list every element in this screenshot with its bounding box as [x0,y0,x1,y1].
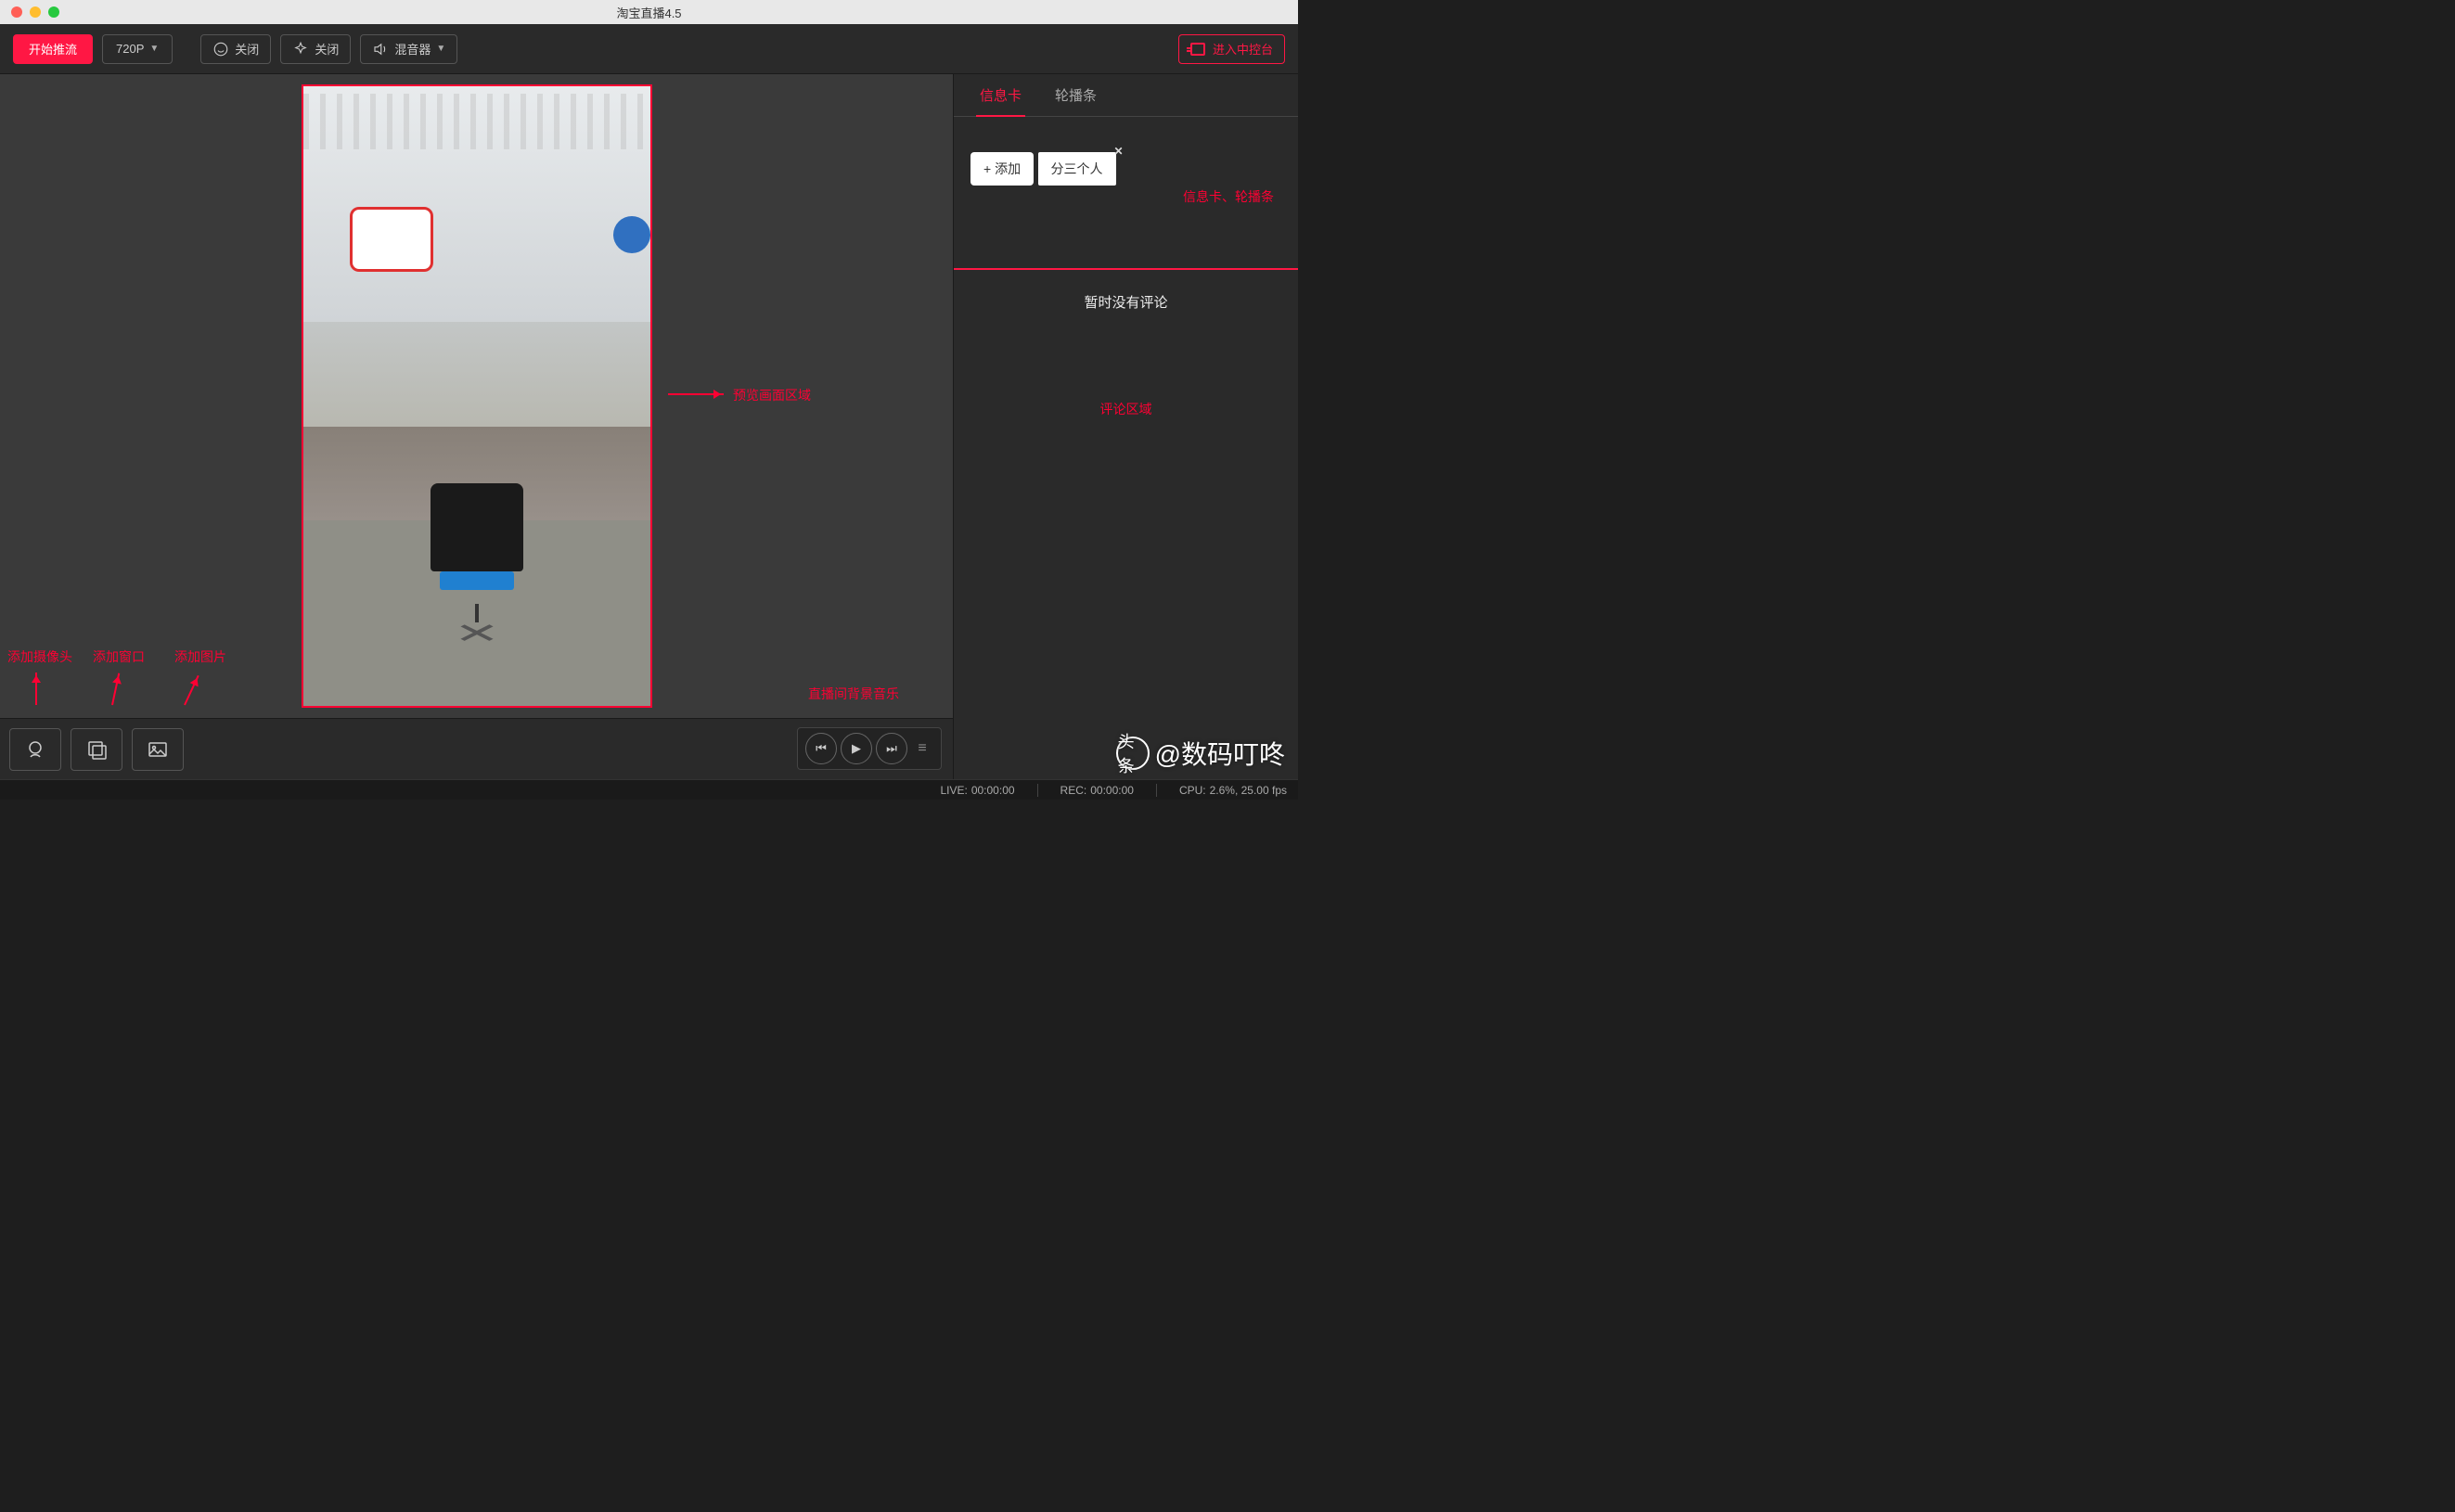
annotation-info-carousel: 信息卡、轮播条 [1183,187,1274,206]
add-image-button[interactable] [132,728,184,771]
menu-icon: ≡ [918,740,926,757]
mixer-dropdown[interactable]: 混音器 ▼ [360,34,457,64]
speaker-icon [372,41,389,58]
title-bar: 淘宝直播4.5 [0,0,1298,24]
live-label: LIVE: [940,784,967,797]
info-card-item[interactable]: 分三个人 ✕ [1038,152,1116,186]
effect-label: 关闭 [315,40,339,58]
add-camera-button[interactable] [9,728,61,771]
annotation-preview: 预览画面区域 [733,386,811,404]
watermark: 头条 @数码叮咚 [1116,735,1285,772]
add-window-button[interactable] [71,728,122,771]
annotation-comment-area: 评论区域 [1100,400,1152,418]
next-icon: ⏭ [886,741,897,756]
watermark-logo: 头条 [1116,737,1150,770]
annotation-add-window: 添加窗口 [93,647,145,666]
status-rec: REC: 00:00:00 [1060,784,1134,797]
music-play-button[interactable]: ▶ [841,733,872,764]
status-cpu: CPU: 2.6%, 25.00 fps [1179,784,1287,797]
preview-container: 预览画面区域 直播间背景音乐 添加摄像头 添加窗口 添加图片 [0,74,953,718]
console-label: 进入中控台 [1213,40,1273,58]
start-stream-label: 开始推流 [29,40,77,58]
chevron-down-icon: ▼ [436,44,445,54]
resolution-dropdown[interactable]: 720P ▼ [102,34,173,64]
cpu-label: CPU: [1179,784,1206,797]
image-icon [147,738,169,761]
main-area: 预览画面区域 直播间背景音乐 添加摄像头 添加窗口 添加图片 [0,74,1298,779]
status-live: LIVE: 00:00:00 [940,784,1014,797]
beauty-label: 关闭 [235,40,259,58]
annotation-arrow [184,675,199,706]
resolution-label: 720P [116,42,144,56]
preview-frame[interactable] [302,84,652,708]
info-card-text: 分三个人 [1038,152,1116,186]
annotation-arrow [35,673,37,705]
beauty-toggle-button[interactable]: 关闭 [200,34,271,64]
camera-icon [24,738,46,761]
console-icon [1190,43,1205,56]
sparkle-icon [292,41,309,58]
annotation-bgmusic: 直播间背景音乐 [808,685,899,703]
tab-carousel[interactable]: 轮播条 [1055,74,1097,116]
chevron-down-icon: ▼ [149,44,159,54]
effect-toggle-button[interactable]: 关闭 [280,34,351,64]
smile-icon [212,41,229,58]
info-card-section: + 添加 分三个人 ✕ 信息卡、轮播条 [954,117,1298,270]
tab-info-card[interactable]: 信息卡 [980,74,1022,116]
tab-info-label: 信息卡 [980,85,1022,105]
card-close-button[interactable]: ✕ [1113,145,1123,158]
cpu-value: 2.6%, 25.00 fps [1210,784,1287,797]
start-stream-button[interactable]: 开始推流 [13,34,93,64]
annotation-arrow [668,393,724,395]
traffic-lights [0,6,59,18]
tabs: 信息卡 轮播条 [954,74,1298,117]
console-button[interactable]: 进入中控台 [1178,34,1285,64]
rec-time: 00:00:00 [1090,784,1134,797]
window-title: 淘宝直播4.5 [616,4,681,21]
close-window-button[interactable] [11,6,22,18]
annotation-arrow [111,673,120,706]
minimize-window-button[interactable] [30,6,41,18]
add-card-button[interactable]: + 添加 [970,152,1034,186]
rec-label: REC: [1060,784,1087,797]
annotation-add-image: 添加图片 [174,647,226,666]
annotation-add-camera: 添加摄像头 [7,647,72,666]
music-prev-button[interactable]: ⏮ [805,733,837,764]
music-menu-button[interactable]: ≡ [911,740,933,757]
left-pane: 预览画面区域 直播间背景音乐 添加摄像头 添加窗口 添加图片 [0,74,953,779]
play-icon: ▶ [852,741,861,756]
no-comments-text: 暂时没有评论 [970,292,1281,312]
status-bar: LIVE: 00:00:00 REC: 00:00:00 CPU: 2.6%, … [0,779,1298,800]
music-controls: ⏮ ▶ ⏭ ≡ [797,727,942,770]
maximize-window-button[interactable] [48,6,59,18]
add-card-label: + 添加 [983,161,1021,176]
tab-carousel-label: 轮播条 [1055,85,1097,105]
mixer-label: 混音器 [394,40,431,58]
right-pane: 信息卡 轮播条 + 添加 分三个人 ✕ 信息卡、轮播条 暂时没有评论 评论区域 [953,74,1298,779]
live-time: 00:00:00 [971,784,1015,797]
music-next-button[interactable]: ⏭ [876,733,907,764]
prev-icon: ⏮ [816,741,827,756]
toolbar: 开始推流 720P ▼ 关闭 关闭 混音器 ▼ 进入中控台 [0,24,1298,74]
window-icon [85,738,108,761]
source-bar: ⏮ ▶ ⏭ ≡ [0,718,953,779]
comment-section: 暂时没有评论 评论区域 [954,270,1298,779]
watermark-text: @数码叮咚 [1155,735,1285,772]
